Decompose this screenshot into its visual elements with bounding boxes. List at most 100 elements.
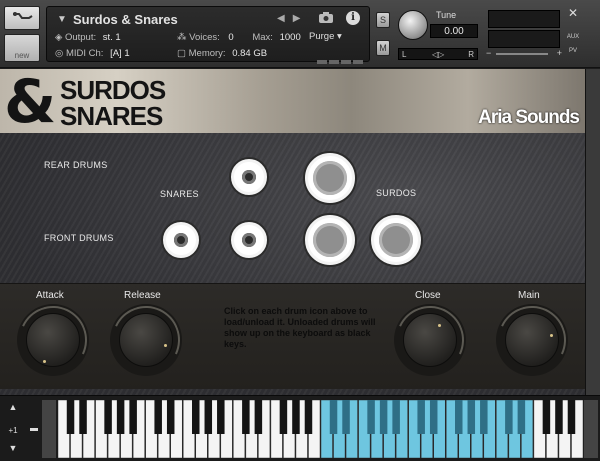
black-key[interactable] (517, 400, 526, 434)
instrument-body: & SURDOS SNARES Aria Sounds REAR DRUMS F… (0, 69, 585, 395)
black-key[interactable] (567, 400, 576, 434)
black-key[interactable] (154, 400, 162, 434)
black-key[interactable] (292, 400, 300, 434)
info-icon[interactable]: i (346, 11, 360, 25)
tune-knob[interactable] (398, 10, 428, 40)
purge-meter (317, 51, 365, 69)
memory-value: 0.84 GB (232, 48, 268, 59)
black-key[interactable] (116, 400, 125, 434)
octave-up-icon[interactable]: ▲ (2, 402, 24, 412)
wrench-button[interactable] (4, 6, 40, 30)
brand-ampersand: & (4, 69, 56, 137)
black-key[interactable] (455, 400, 463, 434)
black-key[interactable] (66, 400, 75, 434)
keyboard-left-cap (42, 400, 56, 458)
black-key[interactable] (204, 400, 213, 434)
release-label: Release (124, 290, 161, 301)
level-meter-left (488, 10, 560, 28)
volume-slider[interactable]: − + (486, 48, 562, 60)
brand-title-line2: SNARES (60, 101, 163, 131)
surdo-front-left-drum[interactable] (305, 215, 355, 265)
max-label: Max: (252, 32, 273, 43)
instrument-name[interactable]: Surdos & Snares (73, 12, 178, 27)
black-key[interactable] (555, 400, 563, 434)
pan-slider[interactable]: L ◁▷ R (398, 48, 478, 60)
max-value[interactable]: 1000 (280, 32, 301, 43)
pv-button[interactable]: PV (565, 48, 581, 60)
pitch-wheel[interactable] (30, 428, 38, 431)
volume-track (496, 53, 548, 55)
voices-value: 0 (228, 32, 234, 43)
octave-value: +1 (8, 426, 18, 435)
camera-icon[interactable] (319, 11, 333, 23)
black-key[interactable] (392, 400, 400, 434)
release-knob-indicator (164, 344, 167, 347)
black-key[interactable] (329, 400, 338, 434)
volume-plus: + (556, 48, 562, 58)
attack-knob-face (26, 313, 80, 367)
black-key[interactable] (129, 400, 137, 434)
black-key[interactable] (417, 400, 425, 434)
pan-center-icon: ◁▷ (432, 50, 445, 59)
black-key[interactable] (217, 400, 225, 434)
right-scrollbar[interactable] (585, 69, 600, 395)
black-key[interactable] (505, 400, 513, 434)
snare-rear-drum[interactable] (231, 159, 267, 195)
black-key[interactable] (480, 400, 488, 434)
main-knob[interactable] (488, 296, 576, 384)
output-value[interactable]: st. 1 (103, 32, 121, 43)
tune-value[interactable]: 0.00 (430, 24, 478, 38)
voices-icon: ⁂ (177, 32, 187, 43)
surdo-front-right-drum[interactable] (371, 215, 421, 265)
black-key[interactable] (242, 400, 250, 434)
piano-keyboard[interactable] (58, 400, 584, 458)
rock-banner: & SURDOS SNARES Aria Sounds (0, 69, 585, 137)
black-key[interactable] (467, 400, 476, 434)
snare-front-left-drum[interactable] (163, 222, 199, 258)
instructions-text: Click on each drum icon above to load/un… (224, 306, 376, 349)
black-key[interactable] (254, 400, 263, 434)
mute-button[interactable]: M (376, 40, 390, 56)
release-knob[interactable] (102, 296, 190, 384)
snare-front-right-drum[interactable] (231, 222, 267, 258)
black-key[interactable] (367, 400, 375, 434)
black-key[interactable] (104, 400, 112, 434)
aux-button[interactable]: AUX (565, 34, 581, 46)
attack-label: Attack (36, 290, 64, 301)
tune-label: Tune (436, 10, 457, 20)
collapse-caret-icon[interactable]: ▼ (57, 14, 67, 25)
output-label: Output: (64, 32, 97, 43)
black-key[interactable] (342, 400, 350, 434)
tune-section: Tune 0.00 L ◁▷ R (396, 6, 482, 62)
new-button[interactable]: new (4, 34, 40, 62)
close-label: Close (415, 290, 441, 301)
black-key[interactable] (279, 400, 288, 434)
solo-button[interactable]: S (376, 12, 390, 28)
black-key[interactable] (542, 400, 551, 434)
surdos-label: SURDOS (376, 188, 417, 198)
voices-label: Voices: (189, 32, 220, 43)
black-key[interactable] (192, 400, 200, 434)
keyboard-area: ▲ +1 ▼ (0, 395, 600, 461)
level-meter-right (488, 30, 560, 48)
black-key[interactable] (379, 400, 388, 434)
close-knob[interactable] (386, 296, 474, 384)
black-key[interactable] (304, 400, 313, 434)
purge-menu[interactable]: Purge ▾ (309, 31, 342, 42)
surdo-rear-drum[interactable] (305, 153, 355, 203)
black-key[interactable] (79, 400, 87, 434)
midi-value[interactable]: [A] 1 (110, 48, 130, 59)
preset-nav-arrows-icon[interactable]: ◀▶ (277, 13, 308, 24)
black-key[interactable] (429, 400, 438, 434)
octave-down-icon[interactable]: ▼ (2, 443, 24, 453)
kontakt-window: new ▼ Surdos & Snares ◀▶ i ◈ Output: st.… (0, 0, 600, 461)
output-row[interactable]: ◈ Output: st. 1 (55, 32, 121, 43)
attack-knob-indicator (43, 360, 46, 363)
midi-row[interactable]: ◎ MIDI Ch: [A] 1 (55, 48, 130, 59)
black-key[interactable] (166, 400, 175, 434)
midi-label: MIDI Ch: (65, 48, 104, 59)
octave-control[interactable]: ▲ +1 ▼ (2, 402, 24, 458)
close-icon[interactable]: ✕ (566, 6, 580, 20)
output-icon: ◈ (55, 32, 63, 43)
attack-knob[interactable] (9, 296, 97, 384)
